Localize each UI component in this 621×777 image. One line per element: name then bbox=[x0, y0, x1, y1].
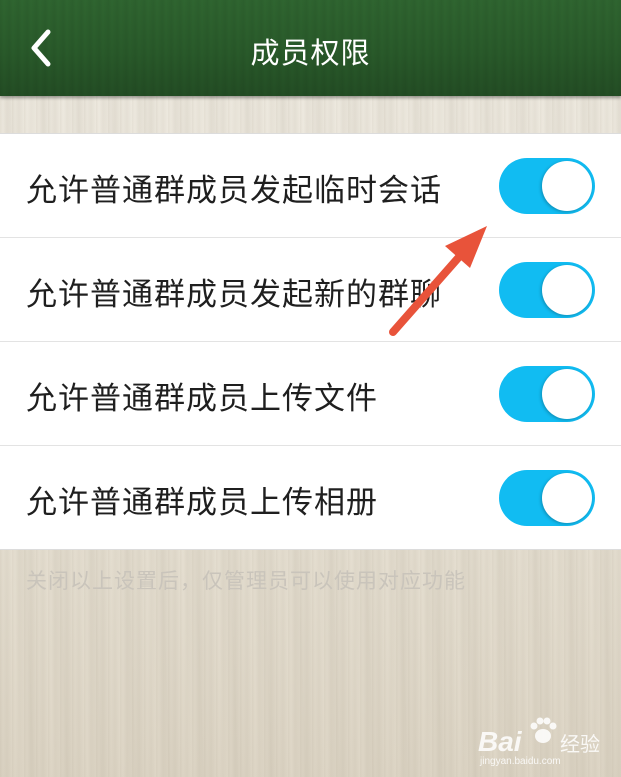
navigation-bar: 成员权限 bbox=[0, 0, 621, 96]
setting-label: 允许普通群成员发起新的群聊 bbox=[26, 277, 442, 313]
page-title: 成员权限 bbox=[250, 36, 371, 70]
setting-label: 允许普通群成员上传相册 bbox=[26, 485, 378, 521]
new-group-chat-toggle[interactable] bbox=[499, 262, 595, 318]
toggle-knob bbox=[542, 161, 592, 211]
watermark-brand: Bai bbox=[478, 726, 522, 757]
watermark-url: jingyan.baidu.com bbox=[480, 756, 561, 767]
baidu-jingyan-watermark: Bai 经验 jingyan.baidu.com bbox=[478, 706, 608, 767]
upload-file-toggle[interactable] bbox=[499, 366, 595, 422]
setting-row-new-group-chat: 允许普通群成员发起新的群聊 bbox=[0, 238, 621, 342]
setting-label: 允许普通群成员发起临时会话 bbox=[26, 173, 442, 209]
toggle-knob bbox=[542, 265, 592, 315]
toggle-knob bbox=[542, 369, 592, 419]
settings-note: 关闭以上设置后，仅管理员可以使用对应功能 bbox=[26, 569, 466, 593]
settings-list: 允许普通群成员发起临时会话 允许普通群成员发起新的群聊 允许普通群成员上传文件 … bbox=[0, 133, 621, 550]
setting-row-temp-chat: 允许普通群成员发起临时会话 bbox=[0, 134, 621, 238]
temp-chat-toggle[interactable] bbox=[499, 158, 595, 214]
watermark-brand-cn: 经验 bbox=[560, 732, 600, 756]
setting-row-upload-album: 允许普通群成员上传相册 bbox=[0, 446, 621, 549]
setting-label: 允许普通群成员上传文件 bbox=[26, 381, 378, 417]
toggle-knob bbox=[542, 473, 592, 523]
upload-album-toggle[interactable] bbox=[499, 470, 595, 526]
setting-row-upload-file: 允许普通群成员上传文件 bbox=[0, 342, 621, 446]
paw-icon bbox=[530, 717, 557, 743]
